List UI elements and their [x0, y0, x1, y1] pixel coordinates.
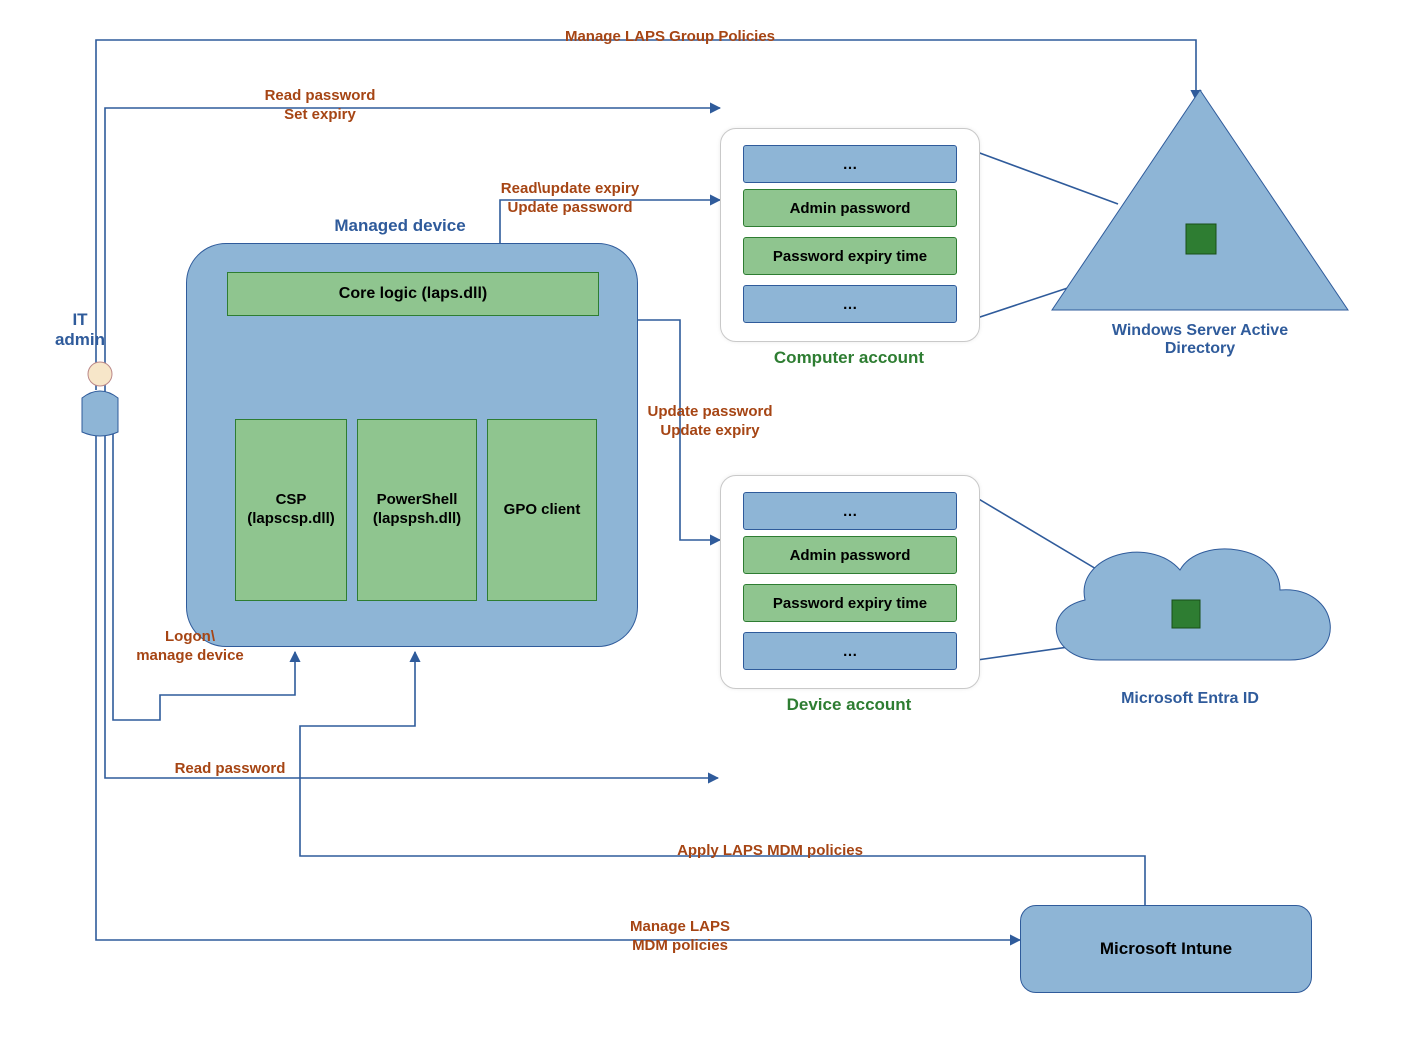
lbl-logon: Logon\ manage device [110, 628, 270, 666]
diagram-root: IT admin Managed device Core logic (laps… [0, 0, 1402, 1040]
computer-account-title: Computer account [720, 348, 978, 368]
da-row-2: Password expiry time [743, 584, 957, 622]
ad-triangle-icon [1050, 90, 1350, 320]
device-account-card: … Admin password Password expiry time … [720, 475, 980, 689]
managed-device-title: Managed device [300, 216, 500, 236]
lbl-read-update: Read\update expiry Update password [460, 180, 680, 218]
lbl-manage-gpo: Manage LAPS Group Policies [540, 28, 800, 47]
csp-box: CSP (lapscsp.dll) [235, 419, 347, 601]
person-icon [70, 360, 130, 440]
da-row-0: … [743, 492, 957, 530]
computer-account-card: … Admin password Password expiry time … [720, 128, 980, 342]
core-logic-box: Core logic (laps.dll) [227, 272, 599, 316]
ca-row-0: … [743, 145, 957, 183]
lbl-manage-mdm: Manage LAPS MDM policies [590, 918, 770, 956]
entra-label: Microsoft Entra ID [1060, 690, 1320, 708]
intune-box: Microsoft Intune [1020, 905, 1312, 993]
gpo-client-box: GPO client [487, 419, 597, 601]
da-row-3: … [743, 632, 957, 670]
ca-row-1: Admin password [743, 189, 957, 227]
managed-device: Core logic (laps.dll) CSP (lapscsp.dll) … [186, 243, 638, 647]
lbl-read-set: Read password Set expiry [230, 87, 410, 125]
powershell-box: PowerShell (lapspsh.dll) [357, 419, 477, 601]
cloud-icon [1030, 520, 1350, 690]
it-admin-title: IT admin [30, 310, 130, 350]
ca-row-3: … [743, 285, 957, 323]
lbl-update-entra: Update password Update expiry [620, 403, 800, 441]
device-account-title: Device account [720, 695, 978, 715]
lbl-read-pw: Read password [150, 760, 310, 779]
ad-label: Windows Server Active Directory [1070, 322, 1330, 358]
da-row-1: Admin password [743, 536, 957, 574]
ca-row-2: Password expiry time [743, 237, 957, 275]
lbl-apply-mdm: Apply LAPS MDM policies [640, 842, 900, 861]
